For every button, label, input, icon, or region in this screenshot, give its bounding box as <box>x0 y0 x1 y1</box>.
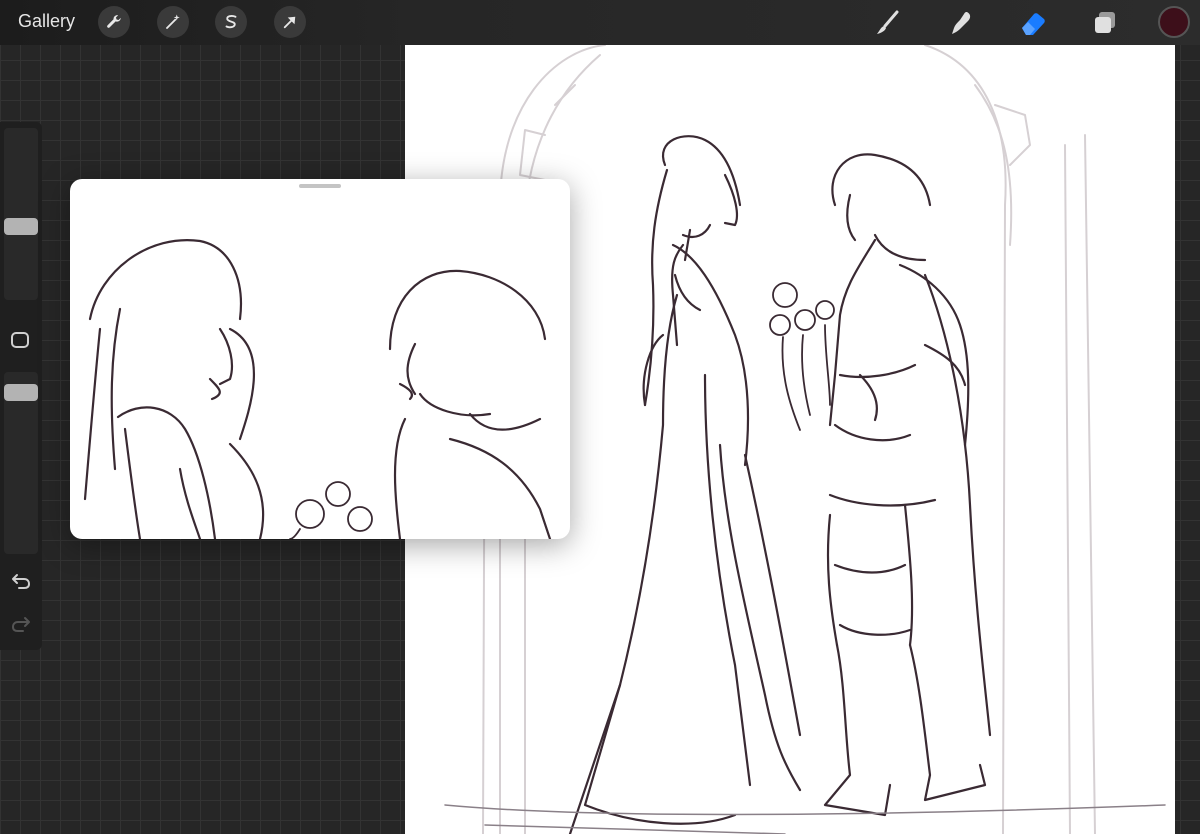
undo-button[interactable] <box>9 569 33 593</box>
arrow-cursor-icon <box>283 16 296 29</box>
undo-icon <box>12 574 31 589</box>
brush-size-slider[interactable] <box>4 128 38 300</box>
layers-button[interactable] <box>1088 6 1122 40</box>
eraser-icon <box>1022 13 1045 35</box>
left-sidebar <box>0 122 42 650</box>
smudge-finger-icon <box>952 12 971 34</box>
wrench-icon <box>107 15 121 28</box>
gallery-button[interactable]: Gallery <box>18 11 75 32</box>
color-picker-button[interactable] <box>1158 6 1190 38</box>
redo-icon <box>11 617 30 632</box>
reference-sketch <box>83 239 552 539</box>
smudge-tool-button[interactable] <box>944 6 978 40</box>
redo-button[interactable] <box>9 612 33 636</box>
transform-button[interactable] <box>274 6 306 38</box>
top-toolbar: Gallery <box>0 0 1200 45</box>
magic-wand-icon <box>166 14 180 29</box>
brush-icon <box>877 10 899 34</box>
modifier-button[interactable] <box>11 332 29 348</box>
reference-window[interactable] <box>70 179 570 539</box>
opacity-handle[interactable] <box>4 384 38 401</box>
brush-size-handle[interactable] <box>4 218 38 235</box>
selection-s-icon <box>225 15 237 29</box>
reference-window-grabber[interactable] <box>299 184 341 188</box>
actions-button[interactable] <box>98 6 130 38</box>
adjustments-button[interactable] <box>157 6 189 38</box>
selection-button[interactable] <box>215 6 247 38</box>
layers-icon <box>1095 12 1115 33</box>
eraser-tool-button[interactable] <box>1016 6 1050 40</box>
brush-tool-button[interactable] <box>870 6 904 40</box>
